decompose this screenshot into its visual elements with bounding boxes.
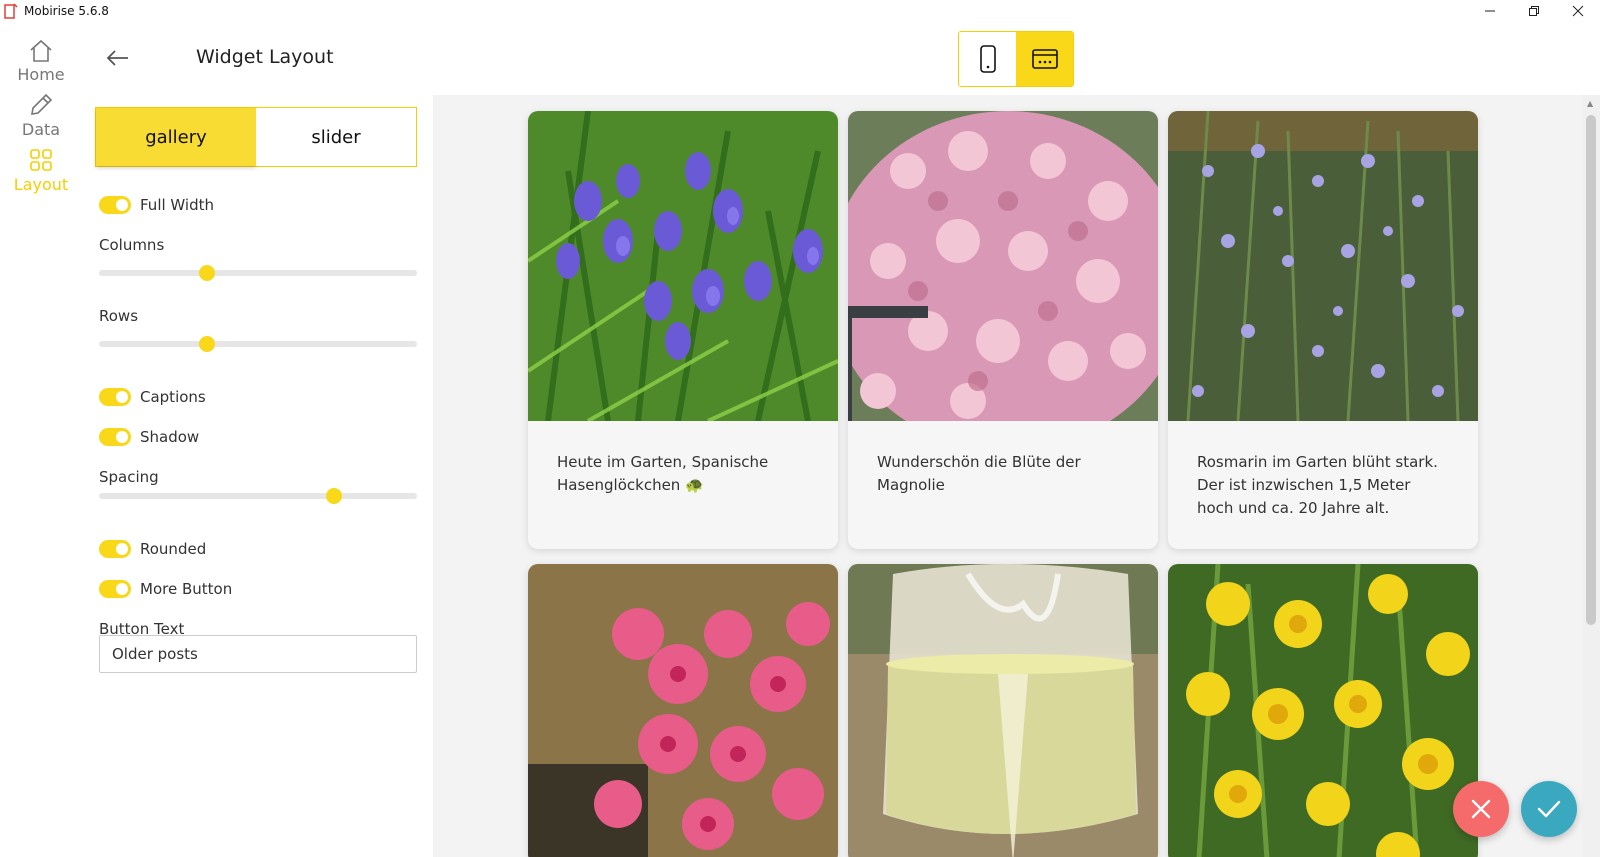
tab-gallery[interactable]: gallery	[96, 108, 256, 166]
columns-slider[interactable]	[99, 265, 417, 281]
app-logo-icon	[4, 3, 18, 19]
gallery-photo-peach-blossom	[528, 564, 838, 857]
rounded-label: Rounded	[140, 540, 207, 558]
gallery-caption: Heute im Garten, Spanische Hasenglöckche…	[557, 453, 769, 494]
button-text-input[interactable]	[99, 635, 417, 673]
shadow-setting: Shadow	[99, 428, 199, 446]
columns-slider-handle[interactable]	[199, 265, 216, 281]
shadow-toggle[interactable]	[99, 428, 131, 446]
nav-home-label: Home	[17, 65, 65, 84]
window-title: Mobirise 5.6.8	[24, 4, 109, 18]
preview-canvas: Heute im Garten, Spanische Hasenglöckche…	[433, 95, 1582, 857]
nav-layout-label: Layout	[13, 175, 69, 194]
more-button-setting: More Button	[99, 580, 232, 598]
preview-scrollbar[interactable]: ▲	[1582, 95, 1600, 857]
left-nav-rail: Home Data Layout	[0, 22, 82, 202]
confirm-button[interactable]	[1521, 781, 1577, 837]
grid-icon	[30, 149, 52, 171]
nav-data[interactable]: Data	[0, 92, 82, 139]
captions-setting: Captions	[99, 388, 206, 406]
captions-toggle[interactable]	[99, 388, 131, 406]
more-button-label: More Button	[140, 580, 233, 598]
rows-slider[interactable]	[99, 336, 417, 352]
full-width-label: Full Width	[140, 196, 214, 214]
check-icon	[1537, 800, 1561, 818]
rows-label: Rows	[99, 307, 139, 325]
gallery-card[interactable]: Rosmarin im Garten blüht stark. Der ist …	[1168, 111, 1478, 549]
gallery-photo-rosemary	[1168, 111, 1478, 421]
nav-home[interactable]: Home	[0, 39, 82, 84]
spacing-slider[interactable]	[99, 488, 417, 504]
gallery-card[interactable]	[528, 564, 838, 857]
rounded-setting: Rounded	[99, 540, 206, 558]
captions-label: Captions	[140, 388, 206, 406]
cancel-button[interactable]	[1453, 781, 1509, 837]
gallery-card[interactable]	[848, 564, 1158, 857]
more-button-toggle[interactable]	[99, 580, 131, 598]
title-bar: Mobirise 5.6.8	[0, 0, 1600, 22]
gallery-photo-bluebells	[528, 111, 838, 421]
columns-label: Columns	[99, 236, 165, 254]
minimize-icon[interactable]	[1468, 0, 1512, 22]
page-title: Widget Layout	[196, 46, 334, 68]
scrollbar-thumb[interactable]	[1586, 115, 1596, 625]
gallery-caption: Wunderschön die Blüte der Magnolie	[877, 453, 1081, 494]
nav-data-label: Data	[21, 120, 61, 139]
close-icon	[1471, 799, 1491, 819]
home-icon	[30, 39, 52, 62]
arrow-left-icon	[106, 50, 128, 66]
nav-layout[interactable]: Layout	[0, 147, 82, 194]
gallery-photo-daffodils	[1168, 564, 1478, 857]
spacing-label: Spacing	[99, 468, 159, 486]
layout-type-segmented: gallery slider	[95, 107, 417, 167]
gallery-caption: Rosmarin im Garten blüht stark. Der ist …	[1197, 453, 1438, 517]
shadow-label: Shadow	[140, 428, 200, 446]
gallery-card[interactable]: Heute im Garten, Spanische Hasenglöckche…	[528, 111, 838, 549]
rows-slider-handle[interactable]	[199, 336, 216, 352]
full-width-toggle[interactable]	[99, 196, 131, 214]
close-icon[interactable]	[1556, 0, 1600, 22]
back-button[interactable]	[104, 46, 132, 70]
scroll-up-icon[interactable]: ▲	[1587, 99, 1593, 108]
restore-icon[interactable]	[1512, 0, 1556, 22]
desktop-view-button[interactable]	[1016, 32, 1073, 86]
desktop-icon	[1031, 49, 1058, 69]
device-switch	[958, 31, 1074, 87]
spacing-slider-handle[interactable]	[326, 488, 343, 504]
gallery-photo-wine-glass	[848, 564, 1158, 857]
gallery-card[interactable]: Wunderschön die Blüte der Magnolie	[848, 111, 1158, 549]
settings-panel: gallery slider Full Width Columns Rows C…	[95, 107, 417, 673]
pencil-icon	[31, 93, 53, 115]
rounded-toggle[interactable]	[99, 540, 131, 558]
gallery-photo-magnolia	[848, 111, 1158, 421]
tab-slider[interactable]: slider	[256, 108, 416, 166]
mobile-view-button[interactable]	[959, 32, 1016, 86]
full-width-setting: Full Width	[99, 196, 214, 214]
gallery-card[interactable]	[1168, 564, 1478, 857]
mobile-icon	[979, 45, 996, 73]
